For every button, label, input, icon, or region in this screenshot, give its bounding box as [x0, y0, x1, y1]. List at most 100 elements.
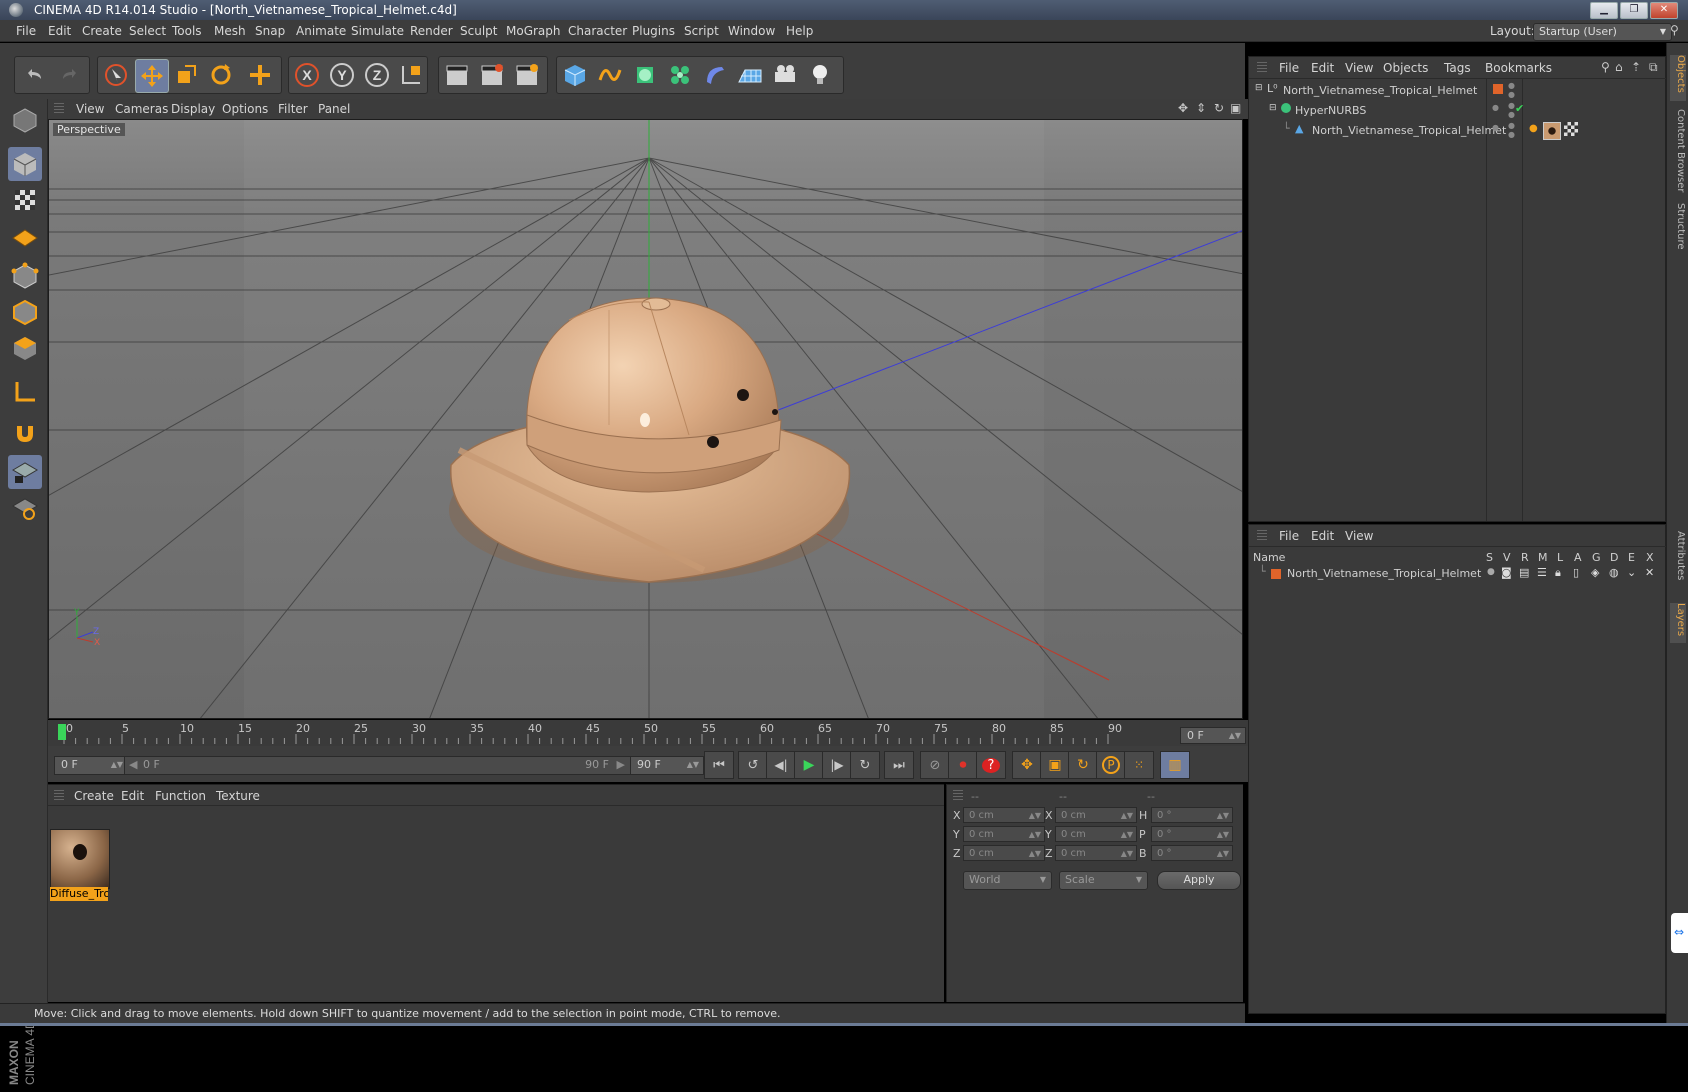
menu-animate[interactable]: Animate [296, 24, 346, 38]
menu-window[interactable]: Window [728, 24, 775, 38]
tab-structure[interactable]: Structure [1670, 203, 1686, 255]
workplane-mode-button[interactable] [8, 219, 42, 253]
key-pla-button[interactable]: ⁙ [1124, 751, 1154, 779]
zoom-view-icon[interactable]: ⇕ [1196, 101, 1206, 115]
menu-mograph[interactable]: MoGraph [506, 24, 561, 38]
solo-toggle-icon[interactable]: ● [1487, 567, 1495, 577]
animation-film-icon[interactable]: ▯ [1573, 566, 1579, 579]
position-x-field[interactable]: 0 cm ▲▼ [963, 807, 1045, 823]
key-position-button[interactable]: ✥ [1012, 751, 1042, 779]
size-z-field[interactable]: 0 cm ▲▼ [1055, 845, 1137, 861]
menu-tools[interactable]: Tools [172, 24, 202, 38]
rotation-p-field[interactable]: 0 ° ▲▼ [1151, 826, 1233, 842]
apply-button[interactable]: Apply [1157, 871, 1241, 890]
locked-workplane-button[interactable] [8, 455, 42, 489]
object-menu-file[interactable]: File [1279, 61, 1299, 75]
menu-create[interactable]: Create [82, 24, 122, 38]
material-menu-edit[interactable]: Edit [121, 789, 144, 803]
lock-icon[interactable]: 🔒︎ [1555, 566, 1561, 580]
object-row[interactable]: ⊟ L⁰ North_Vietnamese_Tropical_Helmet ● ● [1249, 81, 1667, 101]
render-clapboard-icon[interactable]: ▤ [1519, 566, 1529, 579]
timeline-scheme-button[interactable]: ▥ [1160, 751, 1190, 779]
material-menu-create[interactable]: Create [74, 789, 114, 803]
position-z-field[interactable]: 0 cm ▲▼ [963, 845, 1045, 861]
key-rotation-button[interactable]: ↻ [1068, 751, 1098, 779]
make-editable-button[interactable] [8, 103, 42, 137]
camera-button[interactable] [769, 59, 801, 91]
viewport-menu-view[interactable]: View [76, 102, 104, 116]
render-settings-button[interactable] [511, 59, 543, 91]
scale-tool-button[interactable] [170, 59, 202, 91]
texture-mode-button[interactable] [8, 183, 42, 217]
cube-button[interactable] [559, 59, 591, 91]
menu-select[interactable]: Select [129, 24, 166, 38]
undo-button[interactable] [18, 59, 50, 91]
record-position-button[interactable]: ⊘ [920, 751, 950, 779]
viewport-menu-filter[interactable]: Filter [278, 102, 308, 116]
timeline-ruler[interactable]: 0 5 10 15 20 25 30 35 40 45 50 55 60 65 … [48, 720, 1248, 746]
layer-color-swatch[interactable] [1271, 569, 1281, 579]
column-locked[interactable]: L [1557, 551, 1563, 564]
uvw-tag-icon[interactable] [1564, 122, 1578, 136]
eye-icon[interactable]: ◙ [1501, 566, 1512, 579]
z-axis-button[interactable]: Z [361, 59, 393, 91]
edges-mode-button[interactable] [8, 295, 42, 329]
viewport-menu-panel[interactable]: Panel [318, 102, 350, 116]
coord-system-dropdown[interactable]: World ▼ [963, 871, 1052, 890]
x-axis-button[interactable]: X [291, 59, 323, 91]
move-tool-button[interactable] [135, 59, 169, 93]
viewport-menu-options[interactable]: Options [222, 102, 268, 116]
object-row[interactable]: ⊟ HyperNURBS ● ● ● ✔ [1249, 101, 1667, 121]
viewport-menu-display[interactable]: Display [171, 102, 215, 116]
object-menu-objects[interactable]: Objects [1383, 61, 1428, 75]
start-frame-field[interactable]: 0 F ▲▼ [54, 756, 128, 775]
tab-content-browser[interactable]: Content Browser [1670, 109, 1686, 199]
planar-workplane-button[interactable] [8, 491, 42, 525]
menu-render[interactable]: Render [410, 24, 453, 38]
collapse-icon[interactable]: ⊟ [1269, 103, 1277, 113]
manager-tree-icon[interactable]: ☰ [1537, 566, 1547, 579]
teamviewer-tab[interactable]: ⇔ [1671, 913, 1688, 953]
step-back-button[interactable]: ◀| [766, 751, 796, 779]
goto-start-button[interactable]: ⏮ [704, 751, 734, 779]
minimize-button[interactable]: ▁ [1590, 2, 1618, 19]
column-deformers[interactable]: D [1610, 551, 1618, 564]
live-selection-button[interactable] [100, 59, 132, 91]
tab-layers[interactable]: Layers [1670, 603, 1686, 643]
viewport-menu-cameras[interactable]: Cameras [115, 102, 168, 116]
material-menu-function[interactable]: Function [155, 789, 206, 803]
material-menu-texture[interactable]: Texture [216, 789, 260, 803]
object-row[interactable]: └ ▲ North_Vietnamese_Tropical_Helmet ● ●… [1249, 121, 1667, 141]
xref-icon[interactable]: ✕ [1645, 566, 1654, 579]
goto-end-button[interactable]: ⏭ [884, 751, 914, 779]
rotation-b-field[interactable]: 0 ° ▲▼ [1151, 845, 1233, 861]
rotation-h-field[interactable]: 0 ° ▲▼ [1151, 807, 1233, 823]
autokeying-button[interactable]: ? [976, 751, 1006, 779]
column-animation[interactable]: A [1574, 551, 1582, 564]
light-button[interactable] [804, 59, 836, 91]
layer-menu-edit[interactable]: Edit [1311, 529, 1334, 543]
end-frame-field[interactable]: 90 F ▲▼ [630, 756, 704, 775]
rotate-view-icon[interactable]: ↻ [1214, 101, 1224, 115]
frame-range-slider[interactable]: ◀ 0 F 90 F ▶ [124, 756, 632, 775]
tab-attributes[interactable]: Attributes [1670, 531, 1686, 591]
search-icon[interactable]: ⚲ [1670, 23, 1679, 37]
home-icon[interactable]: ⌂ [1615, 60, 1623, 74]
goto-next-key-button[interactable]: ↻ [850, 751, 880, 779]
render-view-button[interactable] [441, 59, 473, 91]
size-y-field[interactable]: 0 cm ▲▼ [1055, 826, 1137, 842]
column-manager[interactable]: M [1538, 551, 1548, 564]
step-forward-button[interactable]: |▶ [822, 751, 852, 779]
snap-button[interactable] [8, 415, 42, 449]
floor-button[interactable] [734, 59, 766, 91]
layer-color-swatch[interactable] [1493, 84, 1503, 94]
goto-prev-key-button[interactable]: ↺ [738, 751, 768, 779]
pan-view-icon[interactable]: ✥ [1178, 101, 1188, 115]
menu-script[interactable]: Script [684, 24, 719, 38]
visibility-dots-icon[interactable]: ● ● [1508, 121, 1515, 139]
maximize-view-icon[interactable]: ▣ [1230, 101, 1241, 115]
up-arrow-icon[interactable]: ⇡ [1631, 60, 1641, 74]
key-scale-button[interactable]: ▣ [1040, 751, 1070, 779]
column-render[interactable]: R [1521, 551, 1529, 564]
deformer-icon[interactable]: ◍ [1609, 566, 1619, 579]
